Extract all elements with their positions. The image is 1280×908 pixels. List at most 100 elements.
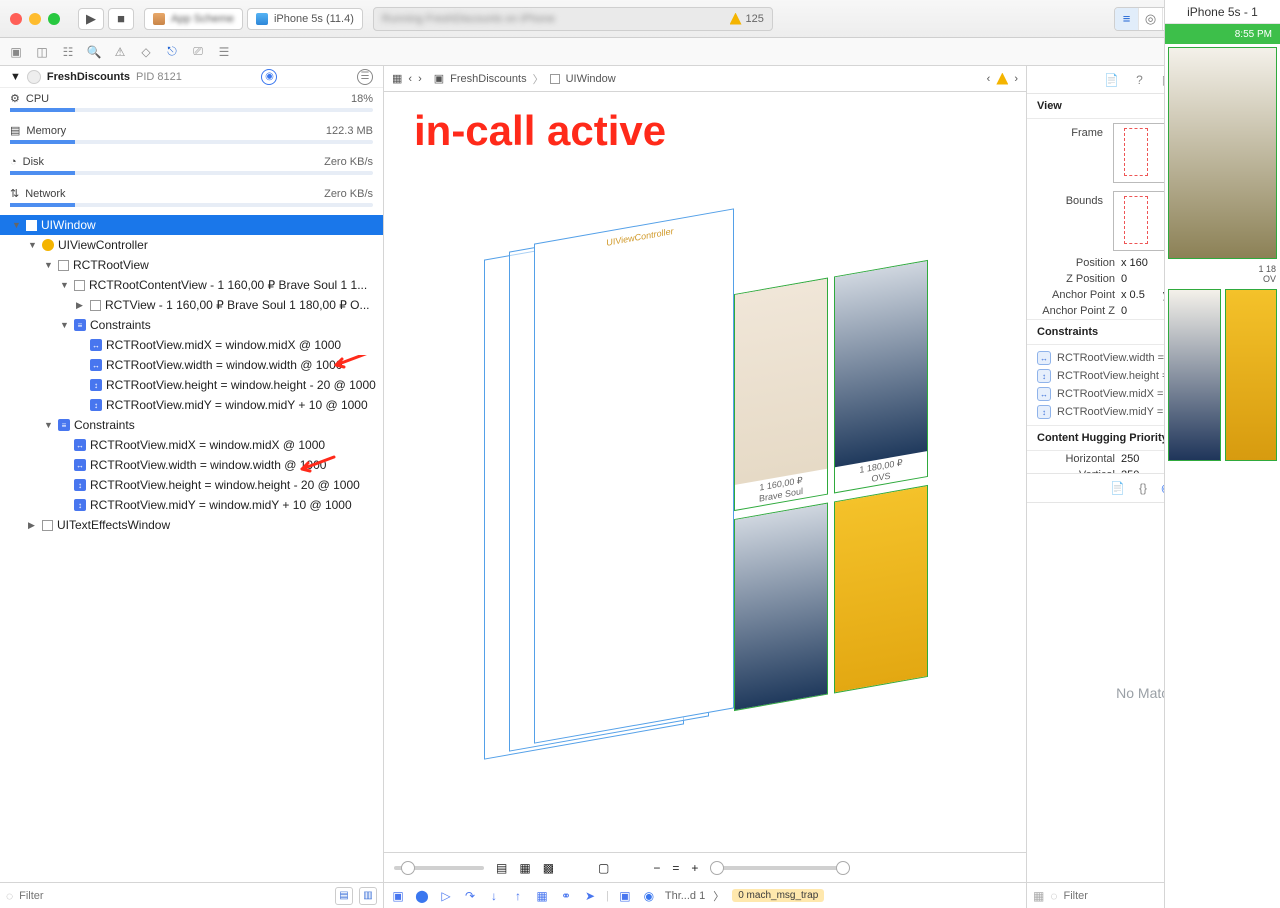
tree-constraint-midy[interactable]: ↕RCTRootView.midY = window.midY + 10 @ 1…	[0, 395, 383, 415]
tree-constraint-midx-2[interactable]: ↔RCTRootView.midX = window.midX @ 1000	[0, 435, 383, 455]
tree-rctroot[interactable]: ▼RCTRootView	[0, 255, 383, 275]
zoom-reset-icon[interactable]: =	[672, 861, 679, 875]
view-icon[interactable]: ▢	[598, 861, 609, 875]
range-slider[interactable]	[710, 866, 850, 870]
sim-card[interactable]	[1168, 289, 1221, 461]
library-view-icon[interactable]: ▦	[1033, 889, 1044, 903]
record-icon[interactable]: ◉	[261, 69, 277, 85]
hierarchy-icon[interactable]: ☷	[60, 44, 76, 60]
layout-icon-2[interactable]: ▦	[519, 861, 530, 875]
breakpoint-icon[interactable]: ⎚	[190, 44, 206, 60]
cpu-metric[interactable]: ⚙CPU18%	[0, 88, 383, 120]
file-inspector-icon[interactable]: 📄	[1103, 71, 1121, 89]
step-out-icon[interactable]: ↑	[510, 888, 526, 904]
warning-badge-icon[interactable]	[996, 73, 1008, 85]
device-selector[interactable]: iPhone 5s (11.4)	[247, 8, 363, 30]
tree-constraints-1[interactable]: ▼≡Constraints	[0, 315, 383, 335]
frame-diagram	[1113, 123, 1169, 183]
search-icon[interactable]: 🔍	[86, 44, 102, 60]
sim-card[interactable]	[1225, 289, 1278, 461]
close-window-icon[interactable]	[10, 13, 22, 25]
tree-constraint-height[interactable]: ↕RCTRootView.height = window.height - 20…	[0, 375, 383, 395]
thread-icon[interactable]: ◉	[641, 888, 657, 904]
product-card-2[interactable]: 1 180,00 ₽OVS	[834, 260, 928, 494]
issue-icon[interactable]: ⚠	[112, 44, 128, 60]
thread-label[interactable]: Thr...d 1	[665, 890, 705, 902]
back-icon[interactable]: ‹	[408, 73, 412, 85]
filter-mode-icon-2[interactable]: ▥	[359, 887, 377, 905]
symbol-icon[interactable]: ◫	[34, 44, 50, 60]
folder-icon[interactable]: ▣	[8, 44, 24, 60]
stop-button[interactable]: ■	[108, 8, 134, 30]
depth-slider[interactable]	[394, 866, 484, 870]
zoom-out-icon[interactable]: −	[653, 861, 660, 875]
simulator-window: iPhone 5s - 1 8:55 PM 1 18 OV	[1164, 0, 1280, 908]
filter-icon: ◌	[6, 889, 13, 903]
zoom-in-icon[interactable]: +	[691, 861, 698, 875]
tree-constraint-width[interactable]: ↔RCTRootView.width = window.width @ 1000	[0, 355, 383, 375]
tree-uivc[interactable]: ▼UIViewController	[0, 235, 383, 255]
jump-bar[interactable]: ▦ ‹ › ▣ FreshDiscounts 〉 UIWindow ‹ ›	[384, 66, 1026, 92]
window-controls	[10, 13, 60, 25]
issues-indicator[interactable]: 125	[730, 13, 764, 25]
prev-issue-icon[interactable]: ‹	[987, 73, 991, 85]
step-over-icon[interactable]: ↷	[462, 888, 478, 904]
file-template-icon[interactable]: 📄	[1110, 481, 1125, 495]
report-icon[interactable]: ☰	[216, 44, 232, 60]
disk-metric[interactable]: ◔DiskZero KB/s	[0, 152, 383, 183]
options-icon[interactable]: ☰	[357, 69, 373, 85]
step-in-icon[interactable]: ↓	[486, 888, 502, 904]
tree-constraint-width-2[interactable]: ↔RCTRootView.width = window.width @ 1000	[0, 455, 383, 475]
debug-icon[interactable]: ⎋	[164, 44, 180, 60]
tree-uiwindow[interactable]: ▼UIWindow	[0, 215, 383, 235]
continue-icon[interactable]: ▷	[438, 888, 454, 904]
scheme-selector[interactable]: App Scheme	[144, 8, 243, 30]
next-issue-icon[interactable]: ›	[1014, 73, 1018, 85]
tree-constraint-height-2[interactable]: ↕RCTRootView.height = window.height - 20…	[0, 475, 383, 495]
navigator-filter-input[interactable]	[19, 890, 329, 902]
activity-status: Running FreshDiscounts on iPhone 125	[373, 7, 773, 31]
titlebar: ▶ ■ App Scheme iPhone 5s (11.4) Running …	[0, 0, 1280, 38]
app-icon	[153, 13, 165, 25]
stack-frame[interactable]: 0 mach_msg_trap	[732, 889, 824, 902]
help-inspector-icon[interactable]: ?	[1131, 71, 1149, 89]
debug-view-icon[interactable]: ▦	[534, 888, 550, 904]
tree-rctview[interactable]: ▶RCTView - 1 160,00 ₽ Brave Soul 1 180,0…	[0, 295, 383, 315]
debug-toggle-icon[interactable]: ▣	[390, 888, 406, 904]
forward-icon[interactable]: ›	[418, 73, 422, 85]
process-icon-small[interactable]: ▣	[617, 888, 633, 904]
layout-icon-3[interactable]: ▩	[543, 861, 554, 875]
location-icon[interactable]: ➤	[582, 888, 598, 904]
breadcrumb-app[interactable]: FreshDiscounts	[450, 73, 526, 85]
network-metric[interactable]: ⇅NetworkZero KB/s	[0, 183, 383, 215]
breakpoint-toggle-icon[interactable]: ⬤	[414, 888, 430, 904]
product-card-1[interactable]: 1 160,00 ₽Brave Soul	[734, 278, 828, 512]
editor-area: ▦ ‹ › ▣ FreshDiscounts 〉 UIWindow ‹ › in…	[384, 66, 1026, 908]
tree-constraint-midx[interactable]: ↔RCTRootView.midX = window.midX @ 1000	[0, 335, 383, 355]
memory-metric[interactable]: ▤Memory122.3 MB	[0, 120, 383, 152]
memory-graph-icon[interactable]: ⚭	[558, 888, 574, 904]
layer-front[interactable]: UIViewController	[534, 208, 734, 743]
tree-rctcontent[interactable]: ▼RCTRootContentView - 1 160,00 ₽ Brave S…	[0, 275, 383, 295]
standard-editor-icon[interactable]: ≡	[1115, 8, 1139, 30]
assistant-editor-icon[interactable]: ◎	[1139, 8, 1163, 30]
filter-mode-icon-1[interactable]: ▤	[335, 887, 353, 905]
zoom-window-icon[interactable]	[48, 13, 60, 25]
product-card-4[interactable]	[834, 485, 928, 694]
tree-constraints-2[interactable]: ▼≡Constraints	[0, 415, 383, 435]
tree-constraint-midy-2[interactable]: ↕RCTRootView.midY = window.midY + 10 @ 1…	[0, 495, 383, 515]
disclosure-icon[interactable]: ▼	[10, 71, 21, 83]
breadcrumb-window[interactable]: UIWindow	[566, 73, 616, 85]
sim-card[interactable]	[1168, 47, 1277, 259]
view-debugger-canvas[interactable]: in-call active UIViewController 1 160,00…	[384, 92, 1026, 852]
process-row[interactable]: ▼ FreshDiscounts PID 8121 ◉ ☰	[0, 66, 383, 88]
code-snippet-icon[interactable]: {}	[1139, 481, 1147, 495]
tree-uitexteffects[interactable]: ▶UITextEffectsWindow	[0, 515, 383, 535]
product-card-3[interactable]	[734, 503, 828, 712]
minimize-window-icon[interactable]	[29, 13, 41, 25]
test-icon[interactable]: ◇	[138, 44, 154, 60]
grid-icon[interactable]: ▦	[392, 72, 402, 85]
debug-bar: ▣ ⬤ ▷ ↷ ↓ ↑ ▦ ⚭ ➤ | ▣ ◉ Thr...d 1 〉 0 ma…	[384, 882, 1026, 908]
run-button[interactable]: ▶	[78, 8, 104, 30]
layout-icon-1[interactable]: ▤	[496, 861, 507, 875]
